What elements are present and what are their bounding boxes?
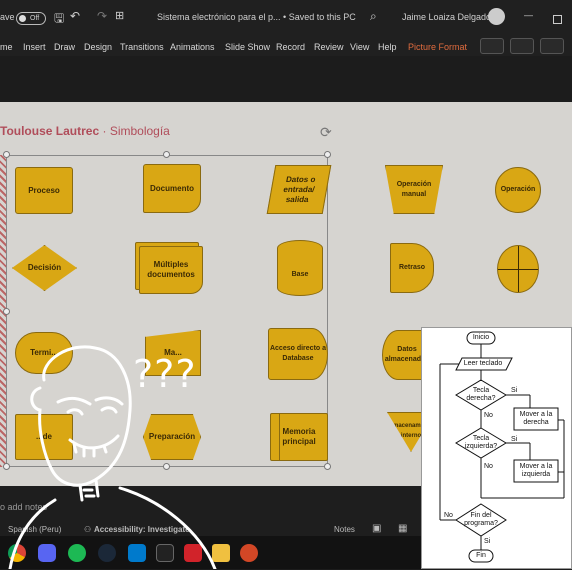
flow-label-no-3: No	[444, 512, 453, 519]
flow-decision-left: Tecla izquierda?	[464, 435, 498, 450]
symbol-memoria-principal[interactable]: Memoria principal	[270, 413, 328, 461]
resize-handle[interactable]	[324, 151, 331, 158]
record-button[interactable]	[480, 38, 504, 54]
flow-move-left: Mover a la izquierda	[519, 463, 553, 478]
avatar[interactable]	[488, 8, 505, 25]
flow-label-yes-1: Si	[511, 387, 518, 394]
resize-handle[interactable]	[3, 308, 10, 315]
question-marks-text: ???	[133, 352, 197, 396]
undo-icon[interactable]: ↶	[70, 9, 80, 23]
flow-start: Inicio	[472, 334, 490, 341]
symbol-documento[interactable]: Documento	[143, 164, 201, 213]
comments-button[interactable]	[540, 38, 564, 54]
flow-decision-right: Tecla derecha?	[466, 387, 496, 402]
flow-read-input: Leer teclado	[463, 360, 503, 367]
flow-decision-end: Fin del programa?	[464, 512, 498, 527]
maximize-icon[interactable]	[553, 15, 562, 24]
user-name: Jaime Loaiza Delgado	[402, 12, 492, 22]
tab-review[interactable]: Review	[314, 42, 344, 52]
resize-handle[interactable]	[163, 151, 170, 158]
normal-view-icon[interactable]: ▣	[372, 523, 381, 534]
slide-sorter-icon[interactable]: ▦	[398, 523, 407, 534]
present-button[interactable]	[510, 38, 534, 54]
symbol-datos-entrada-salida[interactable]: Datos o entrada/ salida	[266, 165, 332, 214]
flow-label-yes-3: Si	[484, 538, 491, 545]
document-title[interactable]: Sistema electrónico para el p... • Saved…	[157, 12, 356, 22]
symbol-multiples-documentos[interactable]: Múltiples documentos	[139, 246, 203, 294]
ribbon-tabs: me Insert Draw Design Transitions Animat…	[0, 38, 572, 56]
slide-title: Toulouse Lautrec · Simbología	[0, 124, 170, 138]
notes-button[interactable]: Notes	[334, 525, 355, 534]
symbol-database[interactable]: Base	[277, 240, 323, 296]
symbol-conector[interactable]	[497, 245, 539, 293]
symbol-proceso[interactable]: Proceso	[15, 167, 73, 214]
flow-label-yes-2: Si	[511, 436, 518, 443]
flow-move-right: Mover a la derecha	[519, 411, 553, 426]
slide-title-main: Toulouse Lautrec	[0, 124, 100, 138]
resize-handle[interactable]	[324, 463, 331, 470]
redo-icon[interactable]: ↷	[97, 9, 107, 23]
tab-view[interactable]: View	[350, 42, 369, 52]
save-icon[interactable]: 🖫	[54, 9, 64, 30]
connector-line	[498, 269, 538, 270]
tab-transitions[interactable]: Transitions	[120, 42, 164, 52]
tab-home[interactable]: me	[0, 42, 13, 52]
symbol-operacion-manual[interactable]: Operación manual	[385, 165, 443, 214]
symbol-retraso[interactable]: Retraso	[390, 243, 434, 293]
toolbar-area	[0, 56, 572, 102]
tab-insert[interactable]: Insert	[23, 42, 46, 52]
minimize-icon[interactable]: —	[524, 10, 533, 20]
autosave-toggle[interactable]: Off	[16, 12, 46, 25]
symbol-operacion[interactable]: Operación	[495, 167, 541, 213]
autosave-label: ave	[0, 12, 15, 22]
flow-label-no-2: No	[484, 463, 493, 470]
rotate-handle-icon[interactable]: ⟳	[320, 124, 332, 141]
flowchart-inset: Inicio Leer teclado Tecla derecha? Si No…	[421, 327, 572, 569]
powerpoint-icon[interactable]	[240, 544, 258, 562]
tab-animations[interactable]: Animations	[170, 42, 215, 52]
tab-picture-format[interactable]: Picture Format	[408, 42, 467, 52]
present-icon[interactable]: ⊞	[115, 9, 124, 22]
tab-slide-show[interactable]: Slide Show	[225, 42, 270, 52]
tab-help[interactable]: Help	[378, 42, 397, 52]
flow-label-no-1: No	[484, 412, 493, 419]
slide-title-sub: Simbología	[109, 124, 170, 138]
tab-draw[interactable]: Draw	[54, 42, 75, 52]
tab-record[interactable]: Record	[276, 42, 305, 52]
search-icon[interactable]: ⌕	[370, 9, 377, 24]
title-bar: ave Off 🖫 ↶ ↷ ⊞ Sistema electrónico para…	[0, 0, 572, 38]
resize-handle[interactable]	[3, 151, 10, 158]
slide-title-separator: ·	[102, 124, 107, 138]
symbol-acceso-directo-database[interactable]: Acceso directo a Database	[268, 328, 328, 380]
sketch-character-illustration	[8, 345, 217, 569]
flow-end: Fin	[476, 552, 486, 559]
tab-design[interactable]: Design	[84, 42, 112, 52]
